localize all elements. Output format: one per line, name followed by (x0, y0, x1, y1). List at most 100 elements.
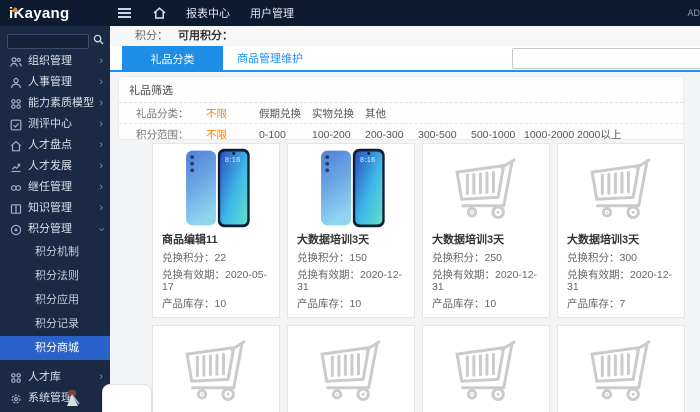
sidebar-item-label: 测评中心 (28, 114, 72, 135)
filter-option[interactable]: 500-1000 (471, 129, 524, 141)
assessment-icon (10, 119, 22, 131)
sidebar-item-talent-pool[interactable]: 人才库 › (0, 367, 110, 388)
topnav-report-center[interactable]: 报表中心 (186, 5, 230, 21)
sidebar-item-knowledge[interactable]: 知识管理 › (0, 198, 110, 219)
product-validity-row: 兑换有效期：2020-12-31 (432, 269, 540, 293)
product-card: 大数据培训3天 兑换积分：250 兑换有效期：2020-12-31 产品库存：1… (422, 143, 550, 318)
validity-field-label: 兑换有效期： (297, 269, 360, 281)
product-stock-row: 产品库存：7 (567, 298, 675, 310)
sidebar-item-succession[interactable]: 继任管理 › (0, 177, 110, 198)
available-points-label: 可用积分： (178, 30, 233, 42)
chevron-right-icon: › (99, 51, 103, 72)
sidebar-item-talent-development[interactable]: 人才发展 › (0, 156, 110, 177)
sidebar-item-assessment-center[interactable]: 测评中心 › (0, 114, 110, 135)
product-stock-row: 产品库存：10 (162, 298, 270, 310)
development-icon (10, 161, 22, 173)
product-card: 8:16 大数据培训3天 兑换积分：150 兑换有效期：2020-12-31 产… (287, 143, 415, 318)
tab-bar: 礼品分类 商品管理维护 (110, 46, 700, 72)
person-icon (10, 77, 22, 89)
sidebar-subitem-points-mechanism[interactable]: 积分机制 (0, 240, 110, 264)
product-validity-row: 兑换有效期：2020-12-31 (297, 269, 405, 293)
sidebar-item-talent-inventory[interactable]: 人才盘点 › (0, 135, 110, 156)
stock-field-label: 产品库存： (567, 298, 620, 310)
filter-option[interactable]: 假期兑换 (259, 106, 312, 121)
sidebar-subitem-points-mall[interactable]: 积分商城 (0, 336, 110, 360)
search-icon[interactable] (93, 32, 104, 50)
stock-field-label: 产品库存： (162, 298, 215, 310)
product-image (558, 326, 684, 412)
settings-gear-icon (10, 393, 22, 405)
filter-option[interactable]: 1000-2000 (524, 129, 577, 141)
tab-product-maintenance[interactable]: 商品管理维护 (237, 46, 303, 72)
cart-icon (579, 334, 663, 406)
filter-row-points-range: 积分范围： 不限 0-100 100-200 200-300 300-500 5… (119, 124, 683, 145)
filter-option[interactable]: 实物兑换 (312, 106, 365, 121)
sidebar-item-system-management[interactable]: 系统管理 (0, 388, 110, 409)
filter-option[interactable]: 0-100 (259, 129, 312, 141)
inventory-icon (10, 140, 22, 152)
product-image: 8:16 (288, 144, 414, 232)
sidebar-item-organization[interactable]: 组织管理 › (0, 51, 110, 72)
product-points-row: 兑换积分：300 (567, 252, 675, 264)
filter-option[interactable]: 100-200 (312, 129, 365, 141)
product-validity-row: 兑换有效期：2020-05-17 (162, 269, 270, 293)
points-field-label: 兑换积分： (432, 252, 485, 264)
filter-option[interactable]: 不限 (206, 127, 259, 142)
product-card (152, 325, 280, 412)
cart-icon (309, 334, 393, 406)
sidebar-subitem-points-records[interactable]: 积分记录 (0, 312, 110, 336)
sidebar-item-label: 积分管理 (28, 219, 72, 240)
chevron-right-icon: › (99, 72, 103, 93)
home-icon[interactable] (153, 7, 166, 19)
tab-gift-category[interactable]: 礼品分类 (122, 46, 223, 72)
sidebar-item-label: 知识管理 (28, 198, 72, 219)
product-title: 商品编辑11 (162, 234, 270, 247)
filter-option[interactable]: 200-300 (365, 129, 418, 141)
chevron-right-icon: › (99, 135, 103, 156)
validity-field-label: 兑换有效期： (162, 269, 225, 281)
org-icon (10, 56, 22, 68)
stock-field-label: 产品库存： (432, 298, 485, 310)
filter-option[interactable]: 其他 (365, 106, 418, 121)
points-summary-bar: 积分：可用积分： (110, 26, 700, 46)
filter-option[interactable]: 300-500 (418, 129, 471, 141)
sidebar-item-competency-model[interactable]: 能力素质模型 › (0, 93, 110, 114)
sidebar-search-input[interactable] (7, 34, 89, 49)
sidebar-item-label: 人才发展 (28, 156, 72, 177)
talent-pool-icon (10, 372, 22, 384)
content-search-input[interactable] (512, 48, 700, 69)
sidebar-subitem-points-application[interactable]: 积分应用 (0, 288, 110, 312)
sidebar-item-label: 人才盘点 (28, 135, 72, 156)
product-points-row: 兑换积分：22 (162, 252, 270, 264)
product-stock-row: 产品库存：10 (432, 298, 540, 310)
sidebar-item-label: 人才库 (28, 367, 61, 388)
phone-screen-time: 8:16 (225, 157, 241, 164)
cart-icon (579, 152, 663, 224)
chevron-right-icon: › (99, 367, 103, 388)
hamburger-menu-icon[interactable] (118, 12, 131, 14)
filter-title: 礼品筛选 (119, 77, 683, 103)
product-image (423, 326, 549, 412)
topbar-user-label[interactable]: AD (687, 8, 700, 18)
product-title: 大数据培训3天 (432, 234, 540, 247)
filter-option[interactable]: 2000以上 (577, 127, 630, 142)
sidebar-subitem-points-rules[interactable]: 积分法则 (0, 264, 110, 288)
floating-widget[interactable] (102, 384, 152, 412)
product-image (288, 326, 414, 412)
sidebar-item-label: 继任管理 (28, 177, 72, 198)
mascot-figure (60, 387, 84, 412)
topnav-user-management[interactable]: 用户管理 (250, 5, 294, 21)
points-field-label: 兑换积分： (297, 252, 350, 264)
chevron-down-icon: › (91, 228, 110, 232)
points-field-label: 兑换积分： (567, 252, 620, 264)
phone-image (172, 145, 260, 231)
stock-value: 10 (215, 298, 227, 310)
filter-option[interactable]: 不限 (206, 106, 259, 121)
points-value: 150 (350, 252, 368, 264)
knowledge-icon (10, 203, 22, 215)
sidebar-item-points-management[interactable]: 积分管理 › (0, 219, 110, 240)
sidebar: 组织管理 › 人事管理 › 能力素质模型 › 测评中心 › 人才盘点 › 人才发… (0, 26, 110, 412)
phone-image (307, 145, 395, 231)
points-icon (10, 224, 22, 236)
sidebar-item-personnel[interactable]: 人事管理 › (0, 72, 110, 93)
